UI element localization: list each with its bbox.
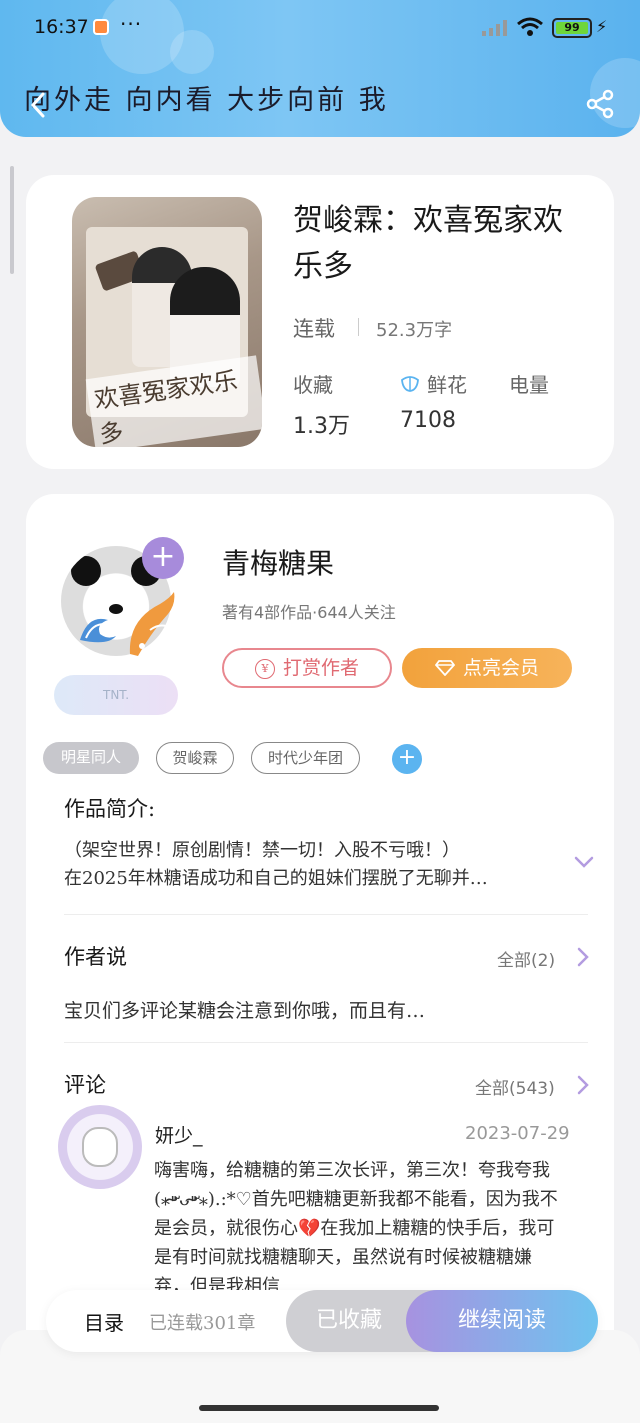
author-say-title: 作者说	[64, 945, 127, 969]
top-header: 16:37 ··· 99 ⚡ 向外走 向内看 大步向前 我	[0, 0, 640, 137]
scrollbar-thumb[interactable]	[10, 166, 14, 274]
chevron-down-icon[interactable]	[573, 854, 595, 870]
back-arrow-icon[interactable]	[30, 92, 46, 118]
battery-level: 99	[556, 22, 588, 34]
avatar-decor	[82, 1127, 118, 1167]
tag-chip[interactable]: 贺峻霖	[156, 742, 234, 774]
comments-title: 评论	[64, 1073, 106, 1097]
stat-label-flowers[interactable]: 鲜花	[427, 369, 467, 398]
tip-author-button[interactable]: ¥ 打赏作者	[222, 648, 392, 688]
book-title: 贺峻霖：欢喜冤家欢乐多	[293, 203, 563, 284]
vip-label: 点亮会员	[462, 657, 539, 679]
divider	[64, 914, 588, 915]
stat-value-favorites: 1.3万	[293, 414, 350, 439]
fan-badge[interactable]: TNT.	[54, 675, 178, 715]
status-time: 16:37	[34, 16, 89, 38]
status-bar: 16:37 ··· 99 ⚡	[0, 0, 640, 56]
add-tag-button[interactable]: +	[392, 744, 422, 774]
author-name[interactable]: 青梅糖果	[222, 542, 334, 582]
divider	[358, 318, 359, 336]
wave-decor-icon	[80, 618, 116, 643]
vip-button[interactable]: 点亮会员	[402, 648, 572, 688]
comment-date: 2023-07-29	[465, 1123, 570, 1144]
table-of-contents-button[interactable]: 目录	[84, 1307, 124, 1336]
yen-icon: ¥	[254, 659, 275, 679]
stat-value-flowers: 7108	[400, 408, 456, 433]
tag-chip[interactable]: 明星同人	[43, 742, 139, 774]
cellular-signal-icon	[482, 20, 507, 36]
comment-text[interactable]: 嗨害嗨，给糖糖的第三次长评，第三次！夸我夸我(⁎⁍̴̛ᴗ⁍̴̛⁎).:*♡首先吧…	[154, 1156, 562, 1292]
wifi-icon	[517, 17, 543, 36]
chapter-count[interactable]: 已连载301章	[149, 1309, 255, 1335]
intro-title: 作品简介:	[64, 797, 156, 821]
intro-line: （架空世界！原创剧情！禁一切！入股不亏哦！）	[64, 840, 460, 861]
continue-reading-button[interactable]: 继续阅读	[406, 1290, 598, 1352]
home-indicator[interactable]	[199, 1405, 439, 1411]
stat-label-power[interactable]: 电量	[509, 369, 549, 398]
comments-more-link[interactable]: 全部(543)	[475, 1074, 555, 1099]
tag-chip[interactable]: 时代少年团	[251, 742, 360, 774]
serial-status: 连载	[293, 317, 335, 341]
author-say-more-link[interactable]: 全部(2)	[497, 946, 555, 971]
more-notifications-icon: ···	[120, 12, 143, 36]
divider	[64, 1042, 588, 1043]
author-meta: 著有4部作品·644人关注	[222, 603, 396, 622]
battery-icon: 99	[552, 18, 592, 38]
stat-label-favorites: 收藏	[293, 373, 333, 397]
chevron-right-icon[interactable]	[577, 1075, 589, 1095]
koi-fish-decor-icon	[129, 592, 175, 656]
book-cover-image[interactable]: 欢喜冤家欢乐多	[72, 197, 262, 447]
share-icon[interactable]	[584, 88, 616, 120]
charging-icon: ⚡	[596, 17, 608, 36]
header-marquee-title: 向外走 向内看 大步向前 我	[24, 85, 389, 116]
author-say-text[interactable]: 宝贝们多评论某糖会注意到你哦，而且有…	[64, 996, 425, 1023]
commenter-name[interactable]: 妍少_	[155, 1121, 203, 1148]
commenter-avatar[interactable]	[58, 1105, 142, 1189]
broken-heart-emoji: 💔	[298, 1218, 321, 1239]
chevron-right-icon[interactable]	[577, 947, 589, 967]
tip-author-label: 打赏作者	[282, 657, 359, 679]
intro-line: 在2025年林糖语成功和自己的姐妹们摆脱了无聊并…	[64, 868, 488, 889]
follow-author-button[interactable]: +	[142, 537, 184, 579]
word-count: 52.3万字	[376, 320, 453, 341]
avatar-decor	[71, 556, 101, 586]
diamond-icon	[434, 660, 455, 676]
flower-icon	[401, 376, 419, 392]
notification-app-icon	[93, 19, 109, 35]
intro-text[interactable]: （架空世界！原创剧情！禁一切！入股不亏哦！） 在2025年林糖语成功和自己的姐妹…	[64, 837, 564, 893]
